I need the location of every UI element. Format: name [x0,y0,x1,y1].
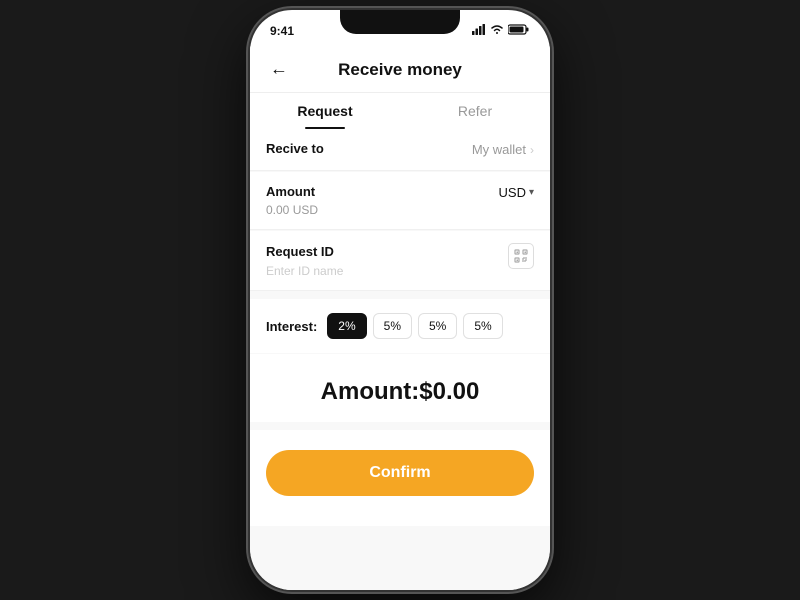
confirm-section: Confirm [250,430,550,526]
interest-buttons: 2% 5% 5% 5% [327,313,502,339]
chevron-right-icon: › [530,143,534,157]
amount-display: Amount:$0.00 [250,354,550,422]
amount-sub: 0.00 USD [266,203,534,217]
status-icons [472,24,530,38]
tabs-container: Request Refer [250,93,550,129]
wifi-icon [490,24,504,38]
interest-btn-0[interactable]: 2% [327,313,366,339]
form-content: Recive to My wallet › Amount USD ▾ 0.00 … [250,129,550,526]
screen: ← Receive money Request Refer Recive to … [250,46,550,590]
amount-field: Amount USD ▾ 0.00 USD [250,172,550,230]
status-time: 9:41 [270,24,294,38]
tab-request[interactable]: Request [250,93,400,129]
interest-section: Interest: 2% 5% 5% 5% [250,299,550,353]
back-button[interactable]: ← [266,55,292,84]
amount-label: Amount [266,184,315,199]
receive-to-value[interactable]: My wallet › [472,142,534,157]
interest-btn-1[interactable]: 5% [373,313,412,339]
page-title: Receive money [338,56,462,92]
tab-refer[interactable]: Refer [400,93,550,129]
battery-icon [508,24,530,38]
interest-label: Interest: [266,319,317,334]
id-scan-icon[interactable] [508,243,534,269]
interest-btn-2[interactable]: 5% [418,313,457,339]
receive-to-field: Recive to My wallet › [250,129,550,171]
phone-notch [340,10,460,34]
phone-frame: 9:41 [250,10,550,590]
interest-btn-3[interactable]: 5% [463,313,502,339]
signal-icon [472,24,486,38]
receive-to-label: Recive to [266,141,324,156]
amount-display-value: Amount:$0.00 [321,378,480,405]
request-id-placeholder[interactable]: Enter ID name [266,264,508,278]
currency-selector[interactable]: USD ▾ [499,185,534,200]
request-id-label: Request ID [266,244,334,259]
request-id-field: Request ID Enter ID name [250,231,550,291]
header: ← Receive money [250,46,550,93]
confirm-button[interactable]: Confirm [266,450,534,496]
chevron-down-icon: ▾ [529,187,534,198]
